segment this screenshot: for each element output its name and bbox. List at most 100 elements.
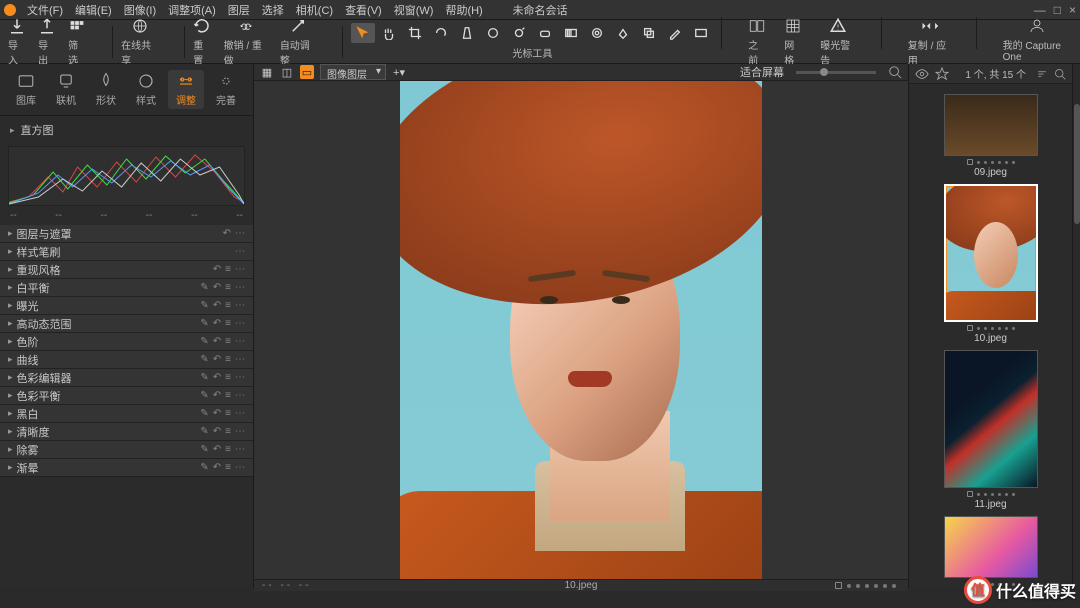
section-tool-icon[interactable]: ⋯ (235, 318, 245, 329)
auto-adjust-button[interactable]: 自动调整 (280, 17, 317, 67)
section-tool-icon[interactable]: ↶ (223, 228, 231, 239)
section-tool-icon[interactable]: ↶ (213, 264, 221, 275)
zoom-slider[interactable] (796, 71, 876, 74)
section-tool-icon[interactable]: ⋯ (235, 390, 245, 401)
adjustment-section[interactable]: ▸色彩编辑器✎↶≡⋯ (0, 369, 253, 387)
adjustment-section[interactable]: ▸除雾✎↶≡⋯ (0, 441, 253, 459)
section-tool-icon[interactable]: ✎ (200, 354, 208, 365)
share-button[interactable]: 在线共享 (121, 17, 158, 67)
section-tool-icon[interactable]: ↶ (213, 390, 221, 401)
section-tool-icon[interactable]: ⋯ (235, 228, 245, 239)
adjustment-section[interactable]: ▸曝光✎↶≡⋯ (0, 297, 253, 315)
mask-brush-tool[interactable] (507, 23, 531, 43)
section-tool-icon[interactable]: ≡ (225, 300, 231, 311)
adjustment-section[interactable]: ▸色彩平衡✎↶≡⋯ (0, 387, 253, 405)
section-tool-icon[interactable]: ✎ (200, 318, 208, 329)
zoom-fit-label[interactable]: 适合屏幕 (740, 64, 784, 80)
export-button[interactable]: 导出 (38, 17, 56, 67)
section-tool-icon[interactable]: ≡ (225, 408, 231, 419)
adjustment-section[interactable]: ▸曲线✎↶≡⋯ (0, 351, 253, 369)
sort-icon[interactable] (1036, 68, 1048, 80)
adjustment-section[interactable]: ▸色阶✎↶≡⋯ (0, 333, 253, 351)
section-tool-icon[interactable]: ↶ (213, 336, 221, 347)
section-tool-icon[interactable]: ↶ (213, 354, 221, 365)
mask-erase-tool[interactable] (533, 23, 557, 43)
section-tool-icon[interactable]: ⋯ (235, 282, 245, 293)
star-icon[interactable] (935, 67, 949, 81)
keystone-tool[interactable] (455, 23, 479, 43)
annotate-tool[interactable] (663, 23, 687, 43)
section-tool-icon[interactable]: ✎ (200, 390, 208, 401)
window-control[interactable]: □ (1054, 3, 1061, 17)
menu-item[interactable]: 图层 (223, 2, 255, 18)
adjustment-section[interactable]: ▸图层与遮罩↶⋯ (0, 225, 253, 243)
section-tool-icon[interactable]: ↶ (213, 444, 221, 455)
hand-tool[interactable] (377, 23, 401, 43)
visibility-icon[interactable] (915, 67, 929, 81)
section-tool-icon[interactable]: ≡ (225, 336, 231, 347)
adjustment-section[interactable]: ▸白平衡✎↶≡⋯ (0, 279, 253, 297)
section-tool-icon[interactable]: ⋯ (235, 246, 245, 257)
histogram-header[interactable]: ▸直方图 (0, 116, 253, 144)
menu-item[interactable]: 文件(F) (22, 2, 68, 18)
section-tool-icon[interactable]: ≡ (225, 354, 231, 365)
section-tool-icon[interactable]: ⋯ (235, 408, 245, 419)
section-tool-icon[interactable]: ⋯ (235, 354, 245, 365)
scrollbar[interactable] (1072, 64, 1080, 588)
section-tool-icon[interactable]: ≡ (225, 462, 231, 473)
browser-search-icon[interactable] (1054, 68, 1066, 80)
section-tool-icon[interactable]: ✎ (200, 282, 208, 293)
main-image[interactable] (400, 81, 762, 579)
section-tool-icon[interactable]: ≡ (225, 282, 231, 293)
section-tool-icon[interactable]: ✎ (200, 372, 208, 383)
section-tool-icon[interactable]: ↶ (213, 282, 221, 293)
undo-redo-button[interactable]: 撤销 / 重做 (224, 17, 268, 67)
menu-item[interactable]: 编辑(E) (70, 2, 117, 18)
menu-item[interactable]: 图像(I) (119, 2, 161, 18)
tool-tab[interactable]: 调整 (168, 70, 204, 109)
before-button[interactable]: 之前 (748, 17, 766, 67)
crop-tool[interactable] (403, 23, 427, 43)
section-tool-icon[interactable]: ⋯ (235, 426, 245, 437)
import-button[interactable]: 导入 (8, 17, 26, 67)
copy-apply-button[interactable]: 复制 / 应用 (908, 17, 950, 67)
rating-dots[interactable] (835, 582, 896, 589)
grid-button[interactable]: 网格 (784, 17, 802, 67)
adjustment-section[interactable]: ▸高动态范围✎↶≡⋯ (0, 315, 253, 333)
section-tool-icon[interactable]: ↶ (213, 408, 221, 419)
section-tool-icon[interactable]: ⋯ (235, 444, 245, 455)
tool-tab[interactable]: 图库 (8, 70, 44, 109)
rotate-tool[interactable] (429, 23, 453, 43)
section-tool-icon[interactable]: ≡ (225, 372, 231, 383)
heal-tool[interactable] (611, 23, 635, 43)
search-icon[interactable] (888, 65, 902, 79)
section-tool-icon[interactable]: ✎ (200, 408, 208, 419)
view-multi-icon[interactable]: ◫ (280, 65, 294, 79)
clone-tool[interactable] (637, 23, 661, 43)
view-proof-icon[interactable]: ▭ (300, 65, 314, 79)
section-tool-icon[interactable]: ≡ (225, 444, 231, 455)
menu-item[interactable]: 帮助(H) (440, 2, 487, 18)
section-tool-icon[interactable]: ⋯ (235, 300, 245, 311)
section-tool-icon[interactable]: ↶ (213, 426, 221, 437)
exposure-warning-button[interactable]: 曝光警告 (820, 17, 855, 67)
overlay-tool[interactable] (689, 23, 713, 43)
tool-tab[interactable]: 形状 (88, 70, 124, 109)
menu-item[interactable]: 查看(V) (340, 2, 387, 18)
section-tool-icon[interactable]: ⋯ (235, 372, 245, 383)
adjustment-section[interactable]: ▸重现风格↶≡⋯ (0, 261, 253, 279)
section-tool-icon[interactable]: ✎ (200, 426, 208, 437)
thumbnail[interactable]: 09.jpeg (921, 94, 1060, 178)
section-tool-icon[interactable]: ⋯ (235, 264, 245, 275)
menu-item[interactable]: 调整项(A) (163, 2, 221, 18)
section-tool-icon[interactable]: ↶ (213, 462, 221, 473)
radial-tool[interactable] (585, 23, 609, 43)
section-tool-icon[interactable]: ↶ (213, 372, 221, 383)
menu-item[interactable]: 选择 (257, 2, 289, 18)
section-tool-icon[interactable]: ⋯ (235, 336, 245, 347)
reset-button[interactable]: 重置 (193, 17, 211, 67)
section-tool-icon[interactable]: ✎ (200, 300, 208, 311)
section-tool-icon[interactable]: ≡ (225, 318, 231, 329)
section-tool-icon[interactable]: ≡ (225, 264, 231, 275)
section-tool-icon[interactable]: ↶ (213, 318, 221, 329)
